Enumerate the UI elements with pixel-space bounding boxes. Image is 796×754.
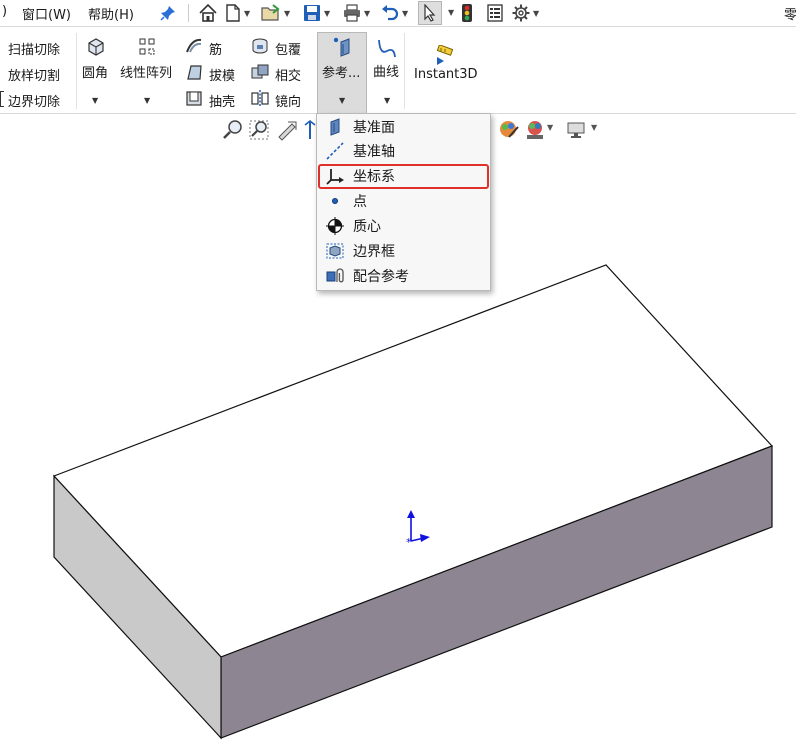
center-of-mass-icon bbox=[324, 216, 346, 236]
menu-item-point[interactable]: 点 bbox=[319, 189, 488, 213]
menu-item-axis[interactable]: 基准轴 bbox=[319, 139, 488, 163]
mate-reference-icon bbox=[324, 266, 346, 286]
menu-item-plane[interactable]: 基准面 bbox=[319, 115, 488, 139]
menu-item-mate-reference[interactable]: 配合参考 bbox=[319, 264, 488, 288]
menu-item-center-of-mass[interactable]: 质心 bbox=[319, 214, 488, 238]
menu-item-bounding-box[interactable]: 边界框 bbox=[319, 239, 488, 263]
axis-icon bbox=[324, 141, 346, 161]
bounding-box-icon bbox=[324, 241, 346, 261]
reference-geometry-dropdown: 基准面 基准轴 坐标系 点 质心 边界框 配合参考 bbox=[316, 113, 491, 291]
point-icon bbox=[324, 191, 346, 211]
highlight-box bbox=[318, 164, 489, 189]
svg-text:*: * bbox=[406, 536, 412, 549]
plane-icon bbox=[324, 117, 346, 137]
